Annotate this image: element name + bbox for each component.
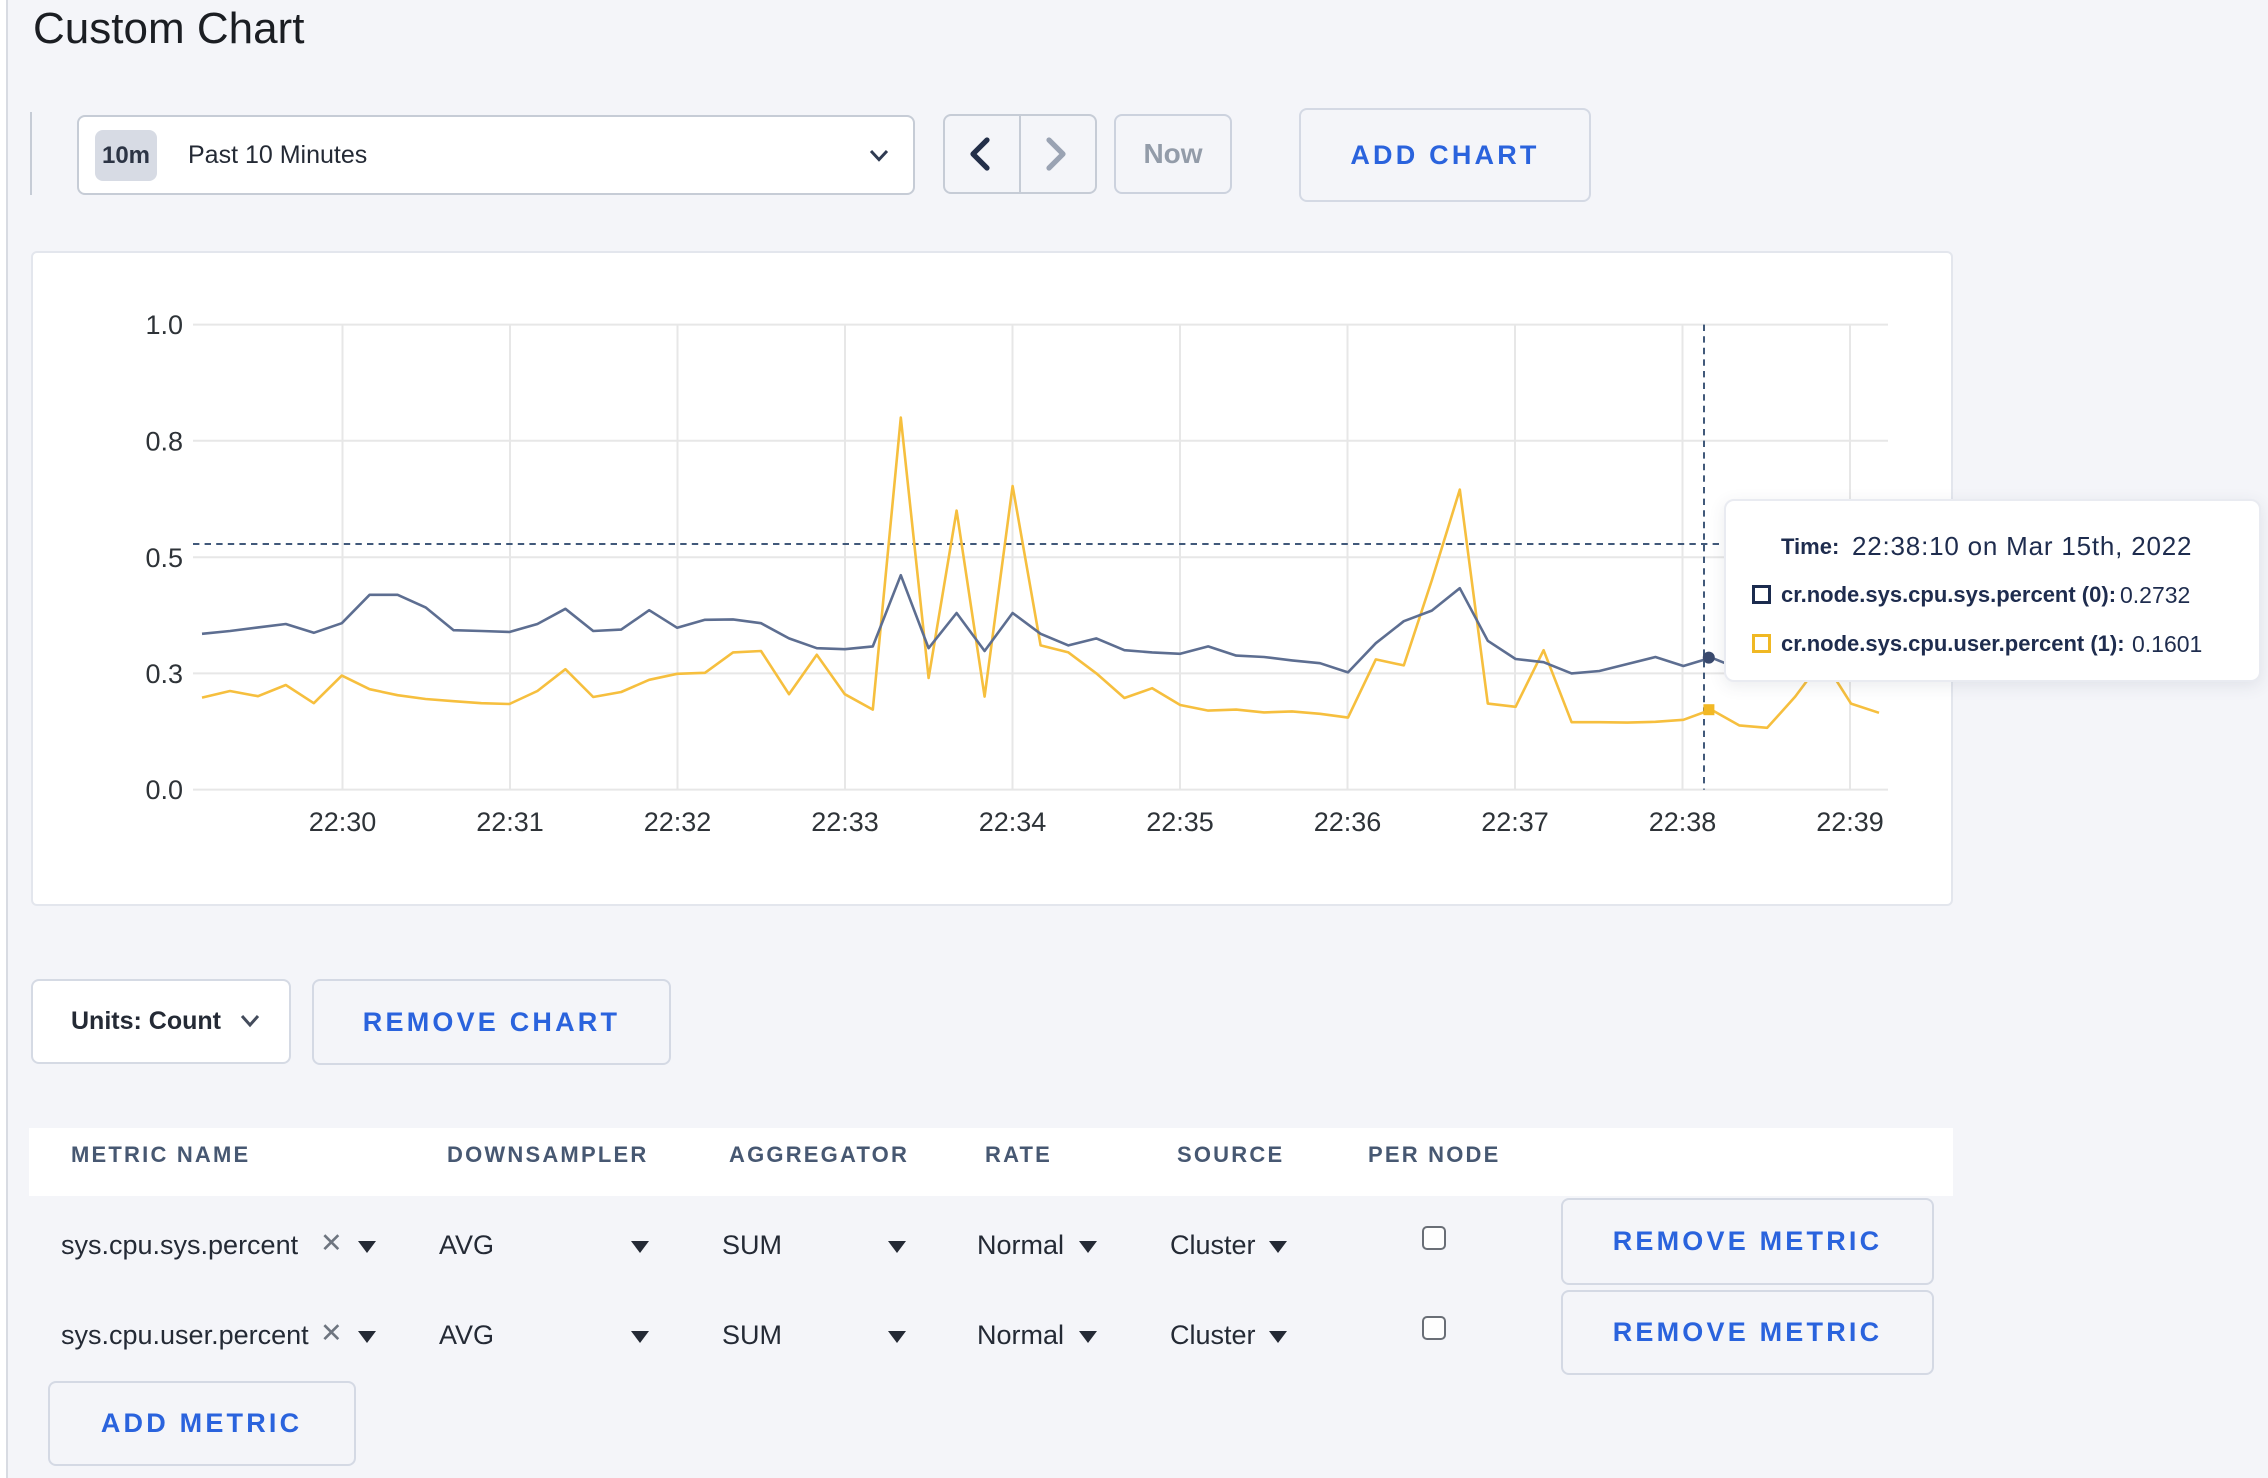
svg-text:22:32: 22:32: [644, 807, 712, 837]
svg-text:1.0: 1.0: [145, 310, 183, 340]
svg-text:0.3: 0.3: [145, 659, 183, 689]
svg-text:22:39: 22:39: [1816, 807, 1884, 837]
svg-text:0.0: 0.0: [145, 775, 183, 805]
svg-text:0.5: 0.5: [145, 543, 183, 573]
svg-text:22:37: 22:37: [1481, 807, 1549, 837]
svg-text:22:35: 22:35: [1146, 807, 1214, 837]
svg-text:22:31: 22:31: [476, 807, 544, 837]
svg-text:22:30: 22:30: [309, 807, 377, 837]
svg-text:0.8: 0.8: [145, 426, 183, 456]
svg-text:22:34: 22:34: [979, 807, 1047, 837]
svg-text:22:36: 22:36: [1314, 807, 1382, 837]
svg-text:22:38: 22:38: [1649, 807, 1717, 837]
svg-text:22:33: 22:33: [811, 807, 879, 837]
